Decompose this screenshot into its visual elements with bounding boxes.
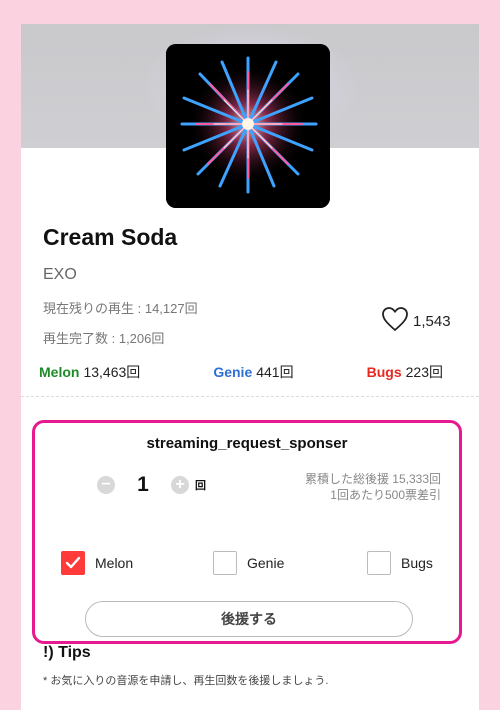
platform-count: 223回 bbox=[405, 364, 443, 380]
tips-title: !) Tips bbox=[43, 644, 91, 661]
artist-name: EXO bbox=[43, 266, 77, 283]
section-divider bbox=[21, 396, 479, 397]
support-summary: 累積した総後援 15,333回 1回あたり500票差引 bbox=[305, 471, 441, 503]
quantity-value: 1 bbox=[137, 473, 149, 496]
platform-stat-genie: Genie 441回 bbox=[213, 362, 293, 382]
total-support: 累積した総後援 15,333回 bbox=[304, 472, 441, 486]
song-detail-card: Cream Soda EXO 現在残りの再生 : 14,127回 再生完了数 :… bbox=[21, 24, 479, 710]
sponsor-title: streaming_request_sponser bbox=[146, 435, 348, 452]
checkbox-bugs[interactable] bbox=[367, 551, 391, 575]
sponsor-panel: streaming_request_sponser − 1 + 回 累積した総後… bbox=[32, 420, 462, 644]
checkbox-genie[interactable] bbox=[213, 551, 237, 575]
platform-stat-melon: Melon 13,463回 bbox=[39, 362, 140, 382]
starburst-artwork bbox=[166, 44, 330, 208]
option-bugs[interactable]: Bugs bbox=[367, 551, 433, 575]
platform-name: Bugs bbox=[366, 364, 402, 380]
platform-name: Melon bbox=[39, 364, 80, 380]
like-count: 1,543 bbox=[413, 312, 451, 330]
vote-deduction: 1回あたり500票差引 bbox=[330, 488, 441, 502]
platform-name: Genie bbox=[213, 364, 253, 380]
quantity-unit: 回 bbox=[195, 480, 206, 492]
option-label: Bugs bbox=[401, 555, 433, 571]
song-title: Cream Soda bbox=[43, 224, 178, 250]
quantity-stepper: − 1 + 回 bbox=[97, 473, 206, 497]
platform-count: 441回 bbox=[256, 364, 294, 380]
option-melon[interactable]: Melon bbox=[61, 551, 133, 575]
platform-stats: Melon 13,463回 Genie 441回 Bugs 223回 bbox=[39, 362, 443, 382]
like-button[interactable]: 1,543 bbox=[381, 306, 451, 336]
option-label: Melon bbox=[95, 555, 134, 571]
support-button[interactable]: 後援する bbox=[85, 601, 413, 637]
album-cover bbox=[166, 44, 330, 208]
platform-stat-bugs: Bugs 223回 bbox=[367, 362, 443, 382]
remaining-plays: 現在残りの再生 : 14,127回 bbox=[43, 301, 198, 316]
platform-options: Melon Genie Bugs bbox=[61, 551, 439, 579]
option-label: Genie bbox=[247, 555, 285, 571]
heart-icon bbox=[381, 306, 409, 336]
option-genie[interactable]: Genie bbox=[213, 551, 284, 575]
platform-count: 13,463回 bbox=[83, 364, 141, 380]
checkbox-melon[interactable] bbox=[61, 551, 85, 575]
completed-plays: 再生完了数 : 1,206回 bbox=[43, 331, 165, 346]
tips-text: * お気に入りの音源を申請し、再生回数を後援しましょう. bbox=[43, 675, 329, 687]
check-icon bbox=[65, 556, 81, 569]
plus-button[interactable]: + bbox=[171, 476, 189, 494]
minus-button[interactable]: − bbox=[97, 476, 115, 494]
